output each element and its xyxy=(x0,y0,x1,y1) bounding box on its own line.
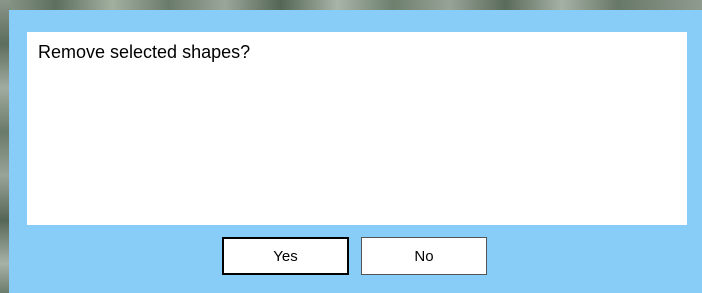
dialog-message: Remove selected shapes? xyxy=(38,42,251,62)
yes-button[interactable]: Yes xyxy=(222,237,349,275)
background-map-top xyxy=(0,0,702,10)
message-panel: Remove selected shapes? xyxy=(27,32,687,225)
no-button[interactable]: No xyxy=(361,237,487,275)
confirm-dialog: Remove selected shapes? Yes No xyxy=(9,10,702,293)
